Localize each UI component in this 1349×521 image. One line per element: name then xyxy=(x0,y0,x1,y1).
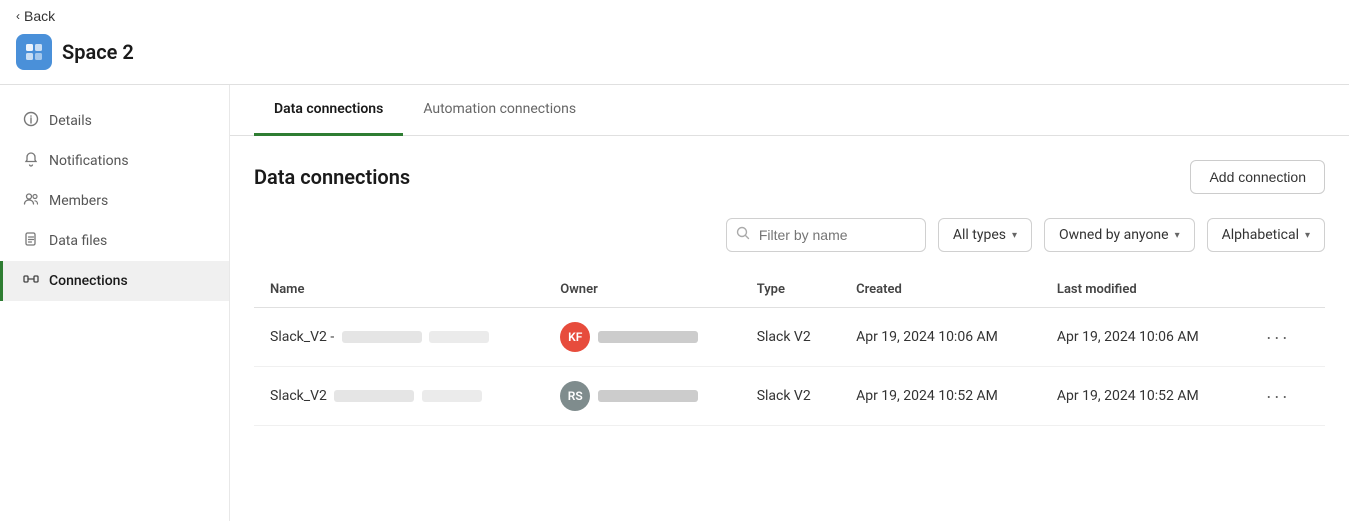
space-title: Space 2 xyxy=(62,40,134,64)
cell-name: Slack_V2 xyxy=(254,367,544,426)
col-modified: Last modified xyxy=(1041,272,1242,308)
cell-actions: ··· xyxy=(1242,367,1325,426)
search-icon xyxy=(736,226,750,244)
back-button[interactable]: ‹ Back xyxy=(16,8,55,24)
add-connection-button[interactable]: Add connection xyxy=(1190,160,1325,194)
cell-modified: Apr 19, 2024 10:06 AM xyxy=(1041,308,1242,367)
back-chevron-icon: ‹ xyxy=(16,9,20,23)
main-content: Data connections Automation connections … xyxy=(230,85,1349,521)
connections-area: Data connections Add connection All type… xyxy=(230,136,1349,450)
avatar: KF xyxy=(560,322,590,352)
connections-header: Data connections Add connection xyxy=(254,160,1325,194)
sort-filter-label: Alphabetical xyxy=(1222,227,1299,243)
cell-owner: RS xyxy=(544,367,740,426)
notifications-icon xyxy=(23,151,39,171)
sidebar-item-notifications[interactable]: Notifications xyxy=(0,141,229,181)
search-input[interactable] xyxy=(726,218,926,252)
sort-filter-chevron-icon: ▾ xyxy=(1305,230,1310,241)
table-row: Slack_V2 - KF Slack V2 Apr 19, 2024 10:0… xyxy=(254,308,1325,367)
sidebar-item-details[interactable]: Details xyxy=(0,101,229,141)
more-options-button[interactable]: ··· xyxy=(1258,382,1298,411)
type-filter-chevron-icon: ▾ xyxy=(1012,230,1017,241)
table-row: Slack_V2 RS Slack V2 Apr 19, 2024 10:52 … xyxy=(254,367,1325,426)
sidebar-item-connections[interactable]: Connections xyxy=(0,261,229,301)
connections-title: Data connections xyxy=(254,165,410,189)
sidebar-item-data-files[interactable]: Data files xyxy=(0,221,229,261)
more-options-button[interactable]: ··· xyxy=(1258,323,1298,352)
owner-name-blurred xyxy=(598,390,698,402)
owner-filter-label: Owned by anyone xyxy=(1059,227,1169,243)
owner-filter-chevron-icon: ▾ xyxy=(1175,230,1180,241)
owner-filter[interactable]: Owned by anyone ▾ xyxy=(1044,218,1195,252)
search-wrap xyxy=(726,218,926,252)
cell-owner: KF xyxy=(544,308,740,367)
col-created: Created xyxy=(840,272,1041,308)
cell-created: Apr 19, 2024 10:52 AM xyxy=(840,367,1041,426)
cell-modified: Apr 19, 2024 10:52 AM xyxy=(1041,367,1242,426)
connections-table: Name Owner Type Created Last modified Sl… xyxy=(254,272,1325,426)
members-icon xyxy=(23,191,39,211)
cell-name: Slack_V2 - xyxy=(254,308,544,367)
sidebar-item-notifications-label: Notifications xyxy=(49,153,129,169)
sidebar: Details Notifications Members Data files xyxy=(0,85,230,521)
col-name: Name xyxy=(254,272,544,308)
back-label: Back xyxy=(24,8,55,24)
sidebar-item-details-label: Details xyxy=(49,113,92,129)
space-icon xyxy=(16,34,52,70)
cell-created: Apr 19, 2024 10:06 AM xyxy=(840,308,1041,367)
owner-name-blurred xyxy=(598,331,698,343)
avatar: RS xyxy=(560,381,590,411)
sidebar-item-members[interactable]: Members xyxy=(0,181,229,221)
data-files-icon xyxy=(23,231,39,251)
type-filter-label: All types xyxy=(953,227,1006,243)
sidebar-item-members-label: Members xyxy=(49,193,108,209)
col-owner: Owner xyxy=(544,272,740,308)
tab-automation-connections[interactable]: Automation connections xyxy=(403,85,596,136)
col-actions xyxy=(1242,272,1325,308)
col-type: Type xyxy=(741,272,840,308)
sidebar-item-data-files-label: Data files xyxy=(49,233,107,249)
tab-data-connections[interactable]: Data connections xyxy=(254,85,403,136)
connections-icon xyxy=(23,271,39,291)
tabs-bar: Data connections Automation connections xyxy=(230,85,1349,136)
sidebar-item-connections-label: Connections xyxy=(49,273,128,289)
cell-type: Slack V2 xyxy=(741,308,840,367)
cell-actions: ··· xyxy=(1242,308,1325,367)
cell-type: Slack V2 xyxy=(741,367,840,426)
filters-bar: All types ▾ Owned by anyone ▾ Alphabetic… xyxy=(254,218,1325,252)
type-filter[interactable]: All types ▾ xyxy=(938,218,1032,252)
details-icon xyxy=(23,111,39,131)
sort-filter[interactable]: Alphabetical ▾ xyxy=(1207,218,1325,252)
